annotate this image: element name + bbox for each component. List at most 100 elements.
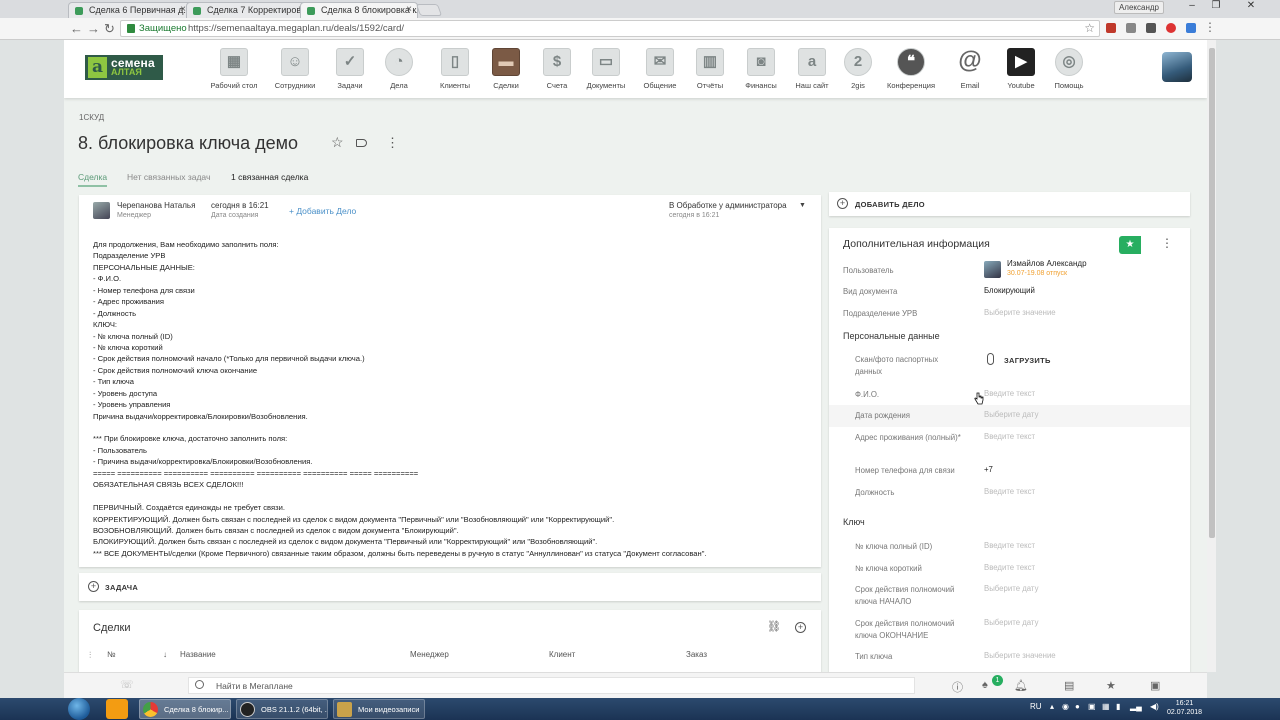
close-tab-icon[interactable]: × [406, 4, 412, 15]
tray-app-icon[interactable]: ● [1075, 702, 1080, 711]
plus-circle-icon: + [88, 581, 99, 592]
close-window-icon[interactable]: ✕ [1228, 0, 1274, 14]
sort-desc-icon[interactable]: ↓ [163, 650, 167, 659]
tray-arrow-icon[interactable]: ▴ [1050, 702, 1054, 711]
user-name[interactable]: Измайлов Александр [1007, 259, 1087, 268]
feedback-icon[interactable]: ▣ [1150, 679, 1160, 692]
column-manager[interactable]: Менеджер [410, 650, 449, 659]
tab-no-linked-tasks[interactable]: Нет связанных задач [127, 172, 210, 182]
add-linked-deal-icon[interactable]: + [795, 622, 806, 633]
extension-icon[interactable] [1186, 23, 1196, 33]
phone-input[interactable]: +7 [984, 465, 993, 474]
department-select[interactable]: Выберите значение [984, 308, 1056, 317]
language-indicator[interactable]: RU [1030, 702, 1042, 711]
upload-button[interactable]: ЗАГРУЗИТЬ [1004, 356, 1051, 365]
manager-name[interactable]: Черепанова Наталья [117, 201, 195, 210]
system-clock[interactable]: 16:21 02.07.2018 [1167, 699, 1202, 717]
info-icon[interactable]: ⓘ [952, 679, 963, 695]
safe-icon: ◙ [747, 48, 775, 76]
taskbar-videos[interactable]: Мои видеозаписи [333, 699, 425, 719]
pinned-app-icon[interactable] [106, 699, 128, 719]
address-input[interactable]: Введите текст [984, 432, 1035, 441]
columns-settings-icon[interactable]: ⫶ [89, 650, 91, 661]
nav-item-13[interactable]: 2 2gis [828, 48, 888, 96]
scrollbar-thumb[interactable] [1209, 48, 1215, 538]
manager-avatar[interactable] [93, 202, 110, 219]
dob-input[interactable]: Выберите дату [984, 410, 1038, 419]
key-type-select[interactable]: Выберите значение [984, 651, 1056, 660]
taskbar-chrome[interactable]: Сделка 8 блокир... [139, 699, 231, 719]
add-case-link[interactable]: + Добавить Дело [289, 206, 356, 216]
volume-icon[interactable]: ◀) [1150, 702, 1159, 711]
tray-app-icon[interactable]: ▦ [1102, 702, 1110, 711]
bookmark-star-icon[interactable]: ☆ [1084, 21, 1095, 35]
fio-input[interactable]: Введите текст [984, 389, 1035, 398]
more-vertical-icon[interactable]: ⋮ [386, 135, 399, 151]
user-avatar[interactable] [1162, 52, 1192, 82]
browser-tab-3-active[interactable]: Сделка 8 блокировка кл...× [300, 2, 418, 18]
tab-deal[interactable]: Сделка [78, 172, 108, 187]
phone-icon[interactable]: ☏ [120, 678, 134, 691]
activity-icon[interactable]: ♠ [982, 679, 988, 691]
windows-start-icon[interactable] [68, 698, 90, 720]
back-icon[interactable]: ← [70, 21, 83, 36]
tray-app-icon[interactable]: ▣ [1088, 702, 1096, 711]
tag-icon[interactable] [356, 139, 367, 147]
nav-item-17[interactable]: ◎ Помощь [1039, 48, 1099, 96]
favorite-star-icon[interactable]: ☆ [331, 134, 344, 151]
browser-toolbar: ← → ↻ Защищено https://semenaaltaya.mega… [0, 18, 1280, 40]
network-icon[interactable]: ▂▄ [1130, 702, 1142, 711]
new-tab-button[interactable] [415, 4, 443, 16]
position-input[interactable]: Введите текст [984, 487, 1035, 496]
bell-icon[interactable]: 🔔︎ [1014, 679, 1028, 692]
star-icon[interactable]: ★ [1106, 679, 1116, 692]
favorites-side-icon[interactable]: ★ [1119, 236, 1141, 254]
extension-icon[interactable] [1126, 23, 1136, 33]
nav-item-4[interactable]: ◔ Дела [369, 48, 429, 96]
doc-type-value[interactable]: Блокирующий [984, 286, 1035, 295]
tray-app-icon[interactable]: ◉ [1062, 702, 1069, 711]
key-full-input[interactable]: Введите текст [984, 541, 1035, 550]
tab-linked-deal[interactable]: 1 связанная сделка [231, 172, 308, 182]
tray-app-icon[interactable]: ▮ [1116, 702, 1120, 711]
column-order[interactable]: Заказ [686, 650, 707, 659]
nav-item-2[interactable]: ☺ Сотрудники [265, 48, 325, 96]
deal-status[interactable]: В Обработке у администратора [669, 201, 787, 210]
task-add-card[interactable]: + ЗАДАЧА [79, 573, 821, 601]
breadcrumb[interactable]: 1СКУД [79, 113, 104, 122]
add-case-card[interactable]: + ДОБАВИТЬ ДЕЛО [829, 192, 1190, 216]
company-logo[interactable]: a семена АЛТАЯ [85, 55, 163, 80]
key-end-input[interactable]: Выберите дату [984, 618, 1038, 627]
maximize-icon[interactable]: ❐ [1204, 0, 1228, 14]
browser-menu-icon[interactable]: ⋮ [1204, 20, 1216, 34]
address-input[interactable]: Защищено https://semenaaltaya.megaplan.r… [120, 20, 1100, 37]
browser-profile-button[interactable]: Александр [1113, 1, 1164, 14]
key-start-input[interactable]: Выберите дату [984, 584, 1038, 593]
global-search[interactable]: Найти в Мегаплане [188, 677, 915, 694]
browser-tab-1[interactable]: Сделка 6 Первичная д... × [68, 2, 192, 18]
chat-icon[interactable]: ▤ [1064, 679, 1074, 692]
add-case-button[interactable]: ДОБАВИТЬ ДЕЛО [855, 200, 925, 209]
add-task-button[interactable]: ЗАДАЧА [105, 583, 138, 592]
taskbar-obs[interactable]: OBS 21.1.2 (64bit, ... [236, 699, 328, 719]
key-short-input[interactable]: Введите текст [984, 563, 1035, 572]
extension-icon[interactable] [1146, 23, 1156, 33]
link-icon[interactable]: ⛓ [767, 620, 781, 633]
reload-icon[interactable]: ↻ [104, 21, 115, 37]
forward-icon[interactable]: → [87, 21, 100, 36]
status-dropdown-icon[interactable]: ▼ [799, 202, 806, 209]
minimize-icon[interactable]: – [1180, 0, 1204, 14]
extension-icon[interactable] [1106, 23, 1116, 33]
user-avatar-small[interactable] [984, 261, 1001, 278]
nav-item-14[interactable]: ❝ Конференция [881, 48, 941, 96]
browser-tab-2[interactable]: Сделка 7 Корректиров...× [186, 2, 310, 18]
column-name[interactable]: Название [180, 650, 216, 659]
column-client[interactable]: Клиент [549, 650, 575, 659]
nav-item-1[interactable]: ▦ Рабочий стол [204, 48, 264, 96]
more-vertical-icon[interactable]: ⋮ [1161, 236, 1173, 250]
column-number[interactable]: № [107, 650, 116, 659]
url-text[interactable]: https://semenaaltaya.megaplan.ru/deals/1… [188, 23, 404, 34]
extension-icon[interactable] [1166, 23, 1176, 33]
description-line: ОБЯЗАТЕЛЬНАЯ СВЯЗЬ ВСЕХ СДЕЛОК!!! [93, 480, 244, 490]
nav-item-8[interactable]: ▭ Документы [576, 48, 636, 96]
